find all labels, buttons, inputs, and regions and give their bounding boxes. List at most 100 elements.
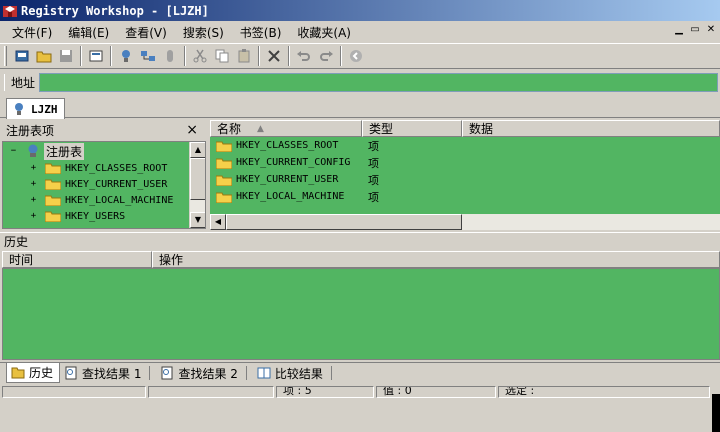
column-data[interactable]: 数据 <box>462 120 720 137</box>
open-icon[interactable] <box>33 45 55 67</box>
compare-icon <box>257 367 271 379</box>
column-time[interactable]: 时间 <box>2 251 152 268</box>
menu-view[interactable]: 查看(V) <box>119 22 173 43</box>
toolbar-separator <box>80 46 82 66</box>
toolbar <box>0 43 720 69</box>
list-row-type: 项 <box>368 139 379 153</box>
properties-icon[interactable] <box>85 45 107 67</box>
undo-icon[interactable] <box>293 45 315 67</box>
list-row[interactable]: HKEY_LOCAL_MACHINE 项 <box>210 188 720 205</box>
scroll-thumb[interactable] <box>190 158 205 200</box>
toolbar-separator <box>288 46 290 66</box>
app-icon <box>3 5 17 17</box>
scroll-left-icon[interactable]: ◀ <box>210 214 226 230</box>
column-action[interactable]: 操作 <box>152 251 720 268</box>
expand-icon[interactable]: + <box>29 179 38 189</box>
tab-compare-results[interactable]: 比较结果 <box>253 363 338 383</box>
scroll-up-icon[interactable]: ▲ <box>190 142 205 158</box>
tree-item-label: HKEY_CURRENT_USER <box>65 178 168 190</box>
menu-bookmarks[interactable]: 书签(B) <box>234 22 288 43</box>
registry-tree[interactable]: − 注册表 + HKEY_CLASSES_ROOT + HKEY_CURRENT… <box>2 141 206 229</box>
bottom-tab-strip: 历史 查找结果 1 查找结果 2 比较结果 <box>0 362 720 384</box>
mdi-controls: ▁ ▭ ✕ <box>670 25 718 37</box>
tree-root-label: 注册表 <box>44 142 85 160</box>
sort-ascending-icon: ▲ <box>257 123 264 134</box>
column-type[interactable]: 类型 <box>362 120 462 137</box>
tree-item[interactable]: + HKEY_CURRENT_USER <box>29 176 167 192</box>
mdi-restore-icon[interactable]: ▭ <box>688 25 702 37</box>
menu-search[interactable]: 搜索(S) <box>177 22 230 43</box>
list-row[interactable]: HKEY_CLASSES_ROOT 项 <box>210 137 720 154</box>
registry-icon <box>15 103 23 115</box>
menu-favorites[interactable]: 收藏夹(A) <box>291 22 357 43</box>
cut-icon[interactable] <box>189 45 211 67</box>
toolbar-separator <box>110 46 112 66</box>
list-row-type: 项 <box>368 173 379 187</box>
status-value-count: 值 : 0 <box>376 386 496 398</box>
paste-icon[interactable] <box>233 45 255 67</box>
document-tab-strip: LJZH <box>0 96 720 119</box>
tree-item-label: HKEY_LOCAL_MACHINE <box>65 194 174 206</box>
mdi-close-icon[interactable]: ✕ <box>704 25 718 37</box>
expand-icon[interactable]: + <box>29 195 38 205</box>
tree-item[interactable]: + HKEY_LOCAL_MACHINE <box>29 192 173 208</box>
registry-icon[interactable] <box>115 45 137 67</box>
tab-history[interactable]: 历史 <box>6 363 61 383</box>
document-tab-ljzh[interactable]: LJZH <box>6 98 65 119</box>
tree-item[interactable]: + HKEY_USERS <box>29 208 125 224</box>
find-results-icon <box>161 366 173 380</box>
history-panel-title: 历史 <box>0 232 720 250</box>
redo-icon[interactable] <box>315 45 337 67</box>
folder-icon <box>45 163 61 174</box>
address-bar: 地址 <box>0 70 720 94</box>
delete-icon[interactable] <box>263 45 285 67</box>
menu-edit[interactable]: 编辑(E) <box>62 22 115 43</box>
folder-icon <box>45 195 61 206</box>
expand-icon[interactable]: + <box>29 163 38 173</box>
scroll-down-icon[interactable]: ▼ <box>190 212 205 228</box>
list-row[interactable]: HKEY_CURRENT_USER 项 <box>210 171 720 188</box>
scroll-thumb[interactable] <box>226 214 462 230</box>
menu-file[interactable]: 文件(F) <box>6 22 58 43</box>
history-icon <box>11 367 25 378</box>
network-icon[interactable] <box>137 45 159 67</box>
column-name[interactable]: 名称 ▲ <box>210 120 362 137</box>
tree-panel-title: 注册表项 <box>6 123 55 138</box>
list-row-name: HKEY_CLASSES_ROOT <box>236 140 339 151</box>
list-row-type: 项 <box>368 156 379 170</box>
list-horizontal-scrollbar[interactable]: ◀ <box>210 214 720 230</box>
toolbar-separator <box>258 46 260 66</box>
collapse-icon[interactable]: − <box>9 146 18 156</box>
expand-icon[interactable]: + <box>29 211 38 221</box>
folder-icon <box>216 141 232 152</box>
tab-find-results-1[interactable]: 查找结果 1 <box>60 363 156 383</box>
document-tab-label: LJZH <box>31 102 58 116</box>
computer-icon <box>28 144 38 157</box>
list-header: 名称 ▲ 类型 数据 <box>210 120 720 137</box>
copy-icon[interactable] <box>211 45 233 67</box>
window-title: Registry Workshop - [LJZH] <box>21 3 209 18</box>
tab-find-results-2[interactable]: 查找结果 2 <box>156 363 252 383</box>
tree-item-label: HKEY_USERS <box>65 210 126 222</box>
status-bar: 项 : 5 值 : 0 选定 : <box>0 386 720 432</box>
title-bar[interactable]: Registry Workshop - [LJZH] <box>0 0 720 21</box>
connect-icon[interactable] <box>11 45 33 67</box>
tree-vertical-scrollbar[interactable]: ▲ ▼ <box>189 142 205 228</box>
close-icon[interactable]: × <box>186 122 198 138</box>
tree-item[interactable]: + HKEY_CLASSES_ROOT <box>29 160 167 176</box>
go-icon[interactable] <box>345 45 367 67</box>
save-icon[interactable] <box>55 45 77 67</box>
history-list[interactable] <box>2 268 720 360</box>
toolbar-grip[interactable] <box>4 46 7 66</box>
tree-root[interactable]: − 注册表 <box>9 142 85 160</box>
list-row-name: HKEY_LOCAL_MACHINE <box>236 191 345 202</box>
registry-tree-panel: 注册表项 × − 注册表 + HKEY_CLASSES_ROOT + HKEY_… <box>2 121 206 229</box>
mdi-minimize-icon[interactable]: ▁ <box>672 25 686 37</box>
folder-icon <box>216 175 232 186</box>
address-input[interactable] <box>39 72 718 92</box>
values-list[interactable]: HKEY_CLASSES_ROOT 项 HKEY_CURRENT_CONFIG … <box>210 137 720 230</box>
unload-icon[interactable] <box>159 45 181 67</box>
status-selected: 选定 : <box>498 386 710 398</box>
list-row[interactable]: HKEY_CURRENT_CONFIG 项 <box>210 154 720 171</box>
list-row-name: HKEY_CURRENT_CONFIG <box>236 157 351 168</box>
